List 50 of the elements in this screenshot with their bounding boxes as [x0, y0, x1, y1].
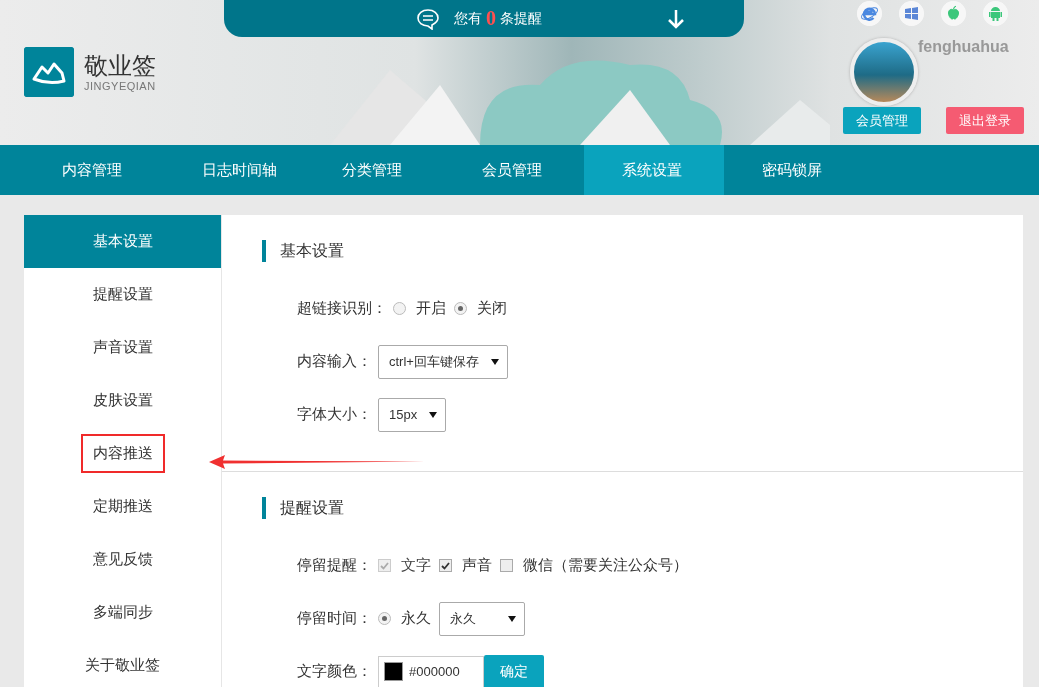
avatar-circle[interactable]	[850, 38, 918, 106]
notification-bar[interactable]: 您有 0 条提醒	[224, 0, 744, 37]
sidebar-item[interactable]: 关于敬业签	[75, 648, 170, 683]
sidebar-item[interactable]: 意见反馈	[82, 542, 163, 577]
setting-label: 停留提醒：	[297, 556, 372, 575]
logo-name: 敬业签	[84, 52, 156, 80]
dropdown-arrow-icon	[490, 358, 499, 365]
dropdown-arrow-icon	[508, 615, 516, 622]
setting-label: 字体大小：	[297, 405, 372, 424]
setting-label: 超链接识别：	[297, 299, 387, 318]
nav-tab[interactable]: 密码锁屏	[724, 145, 864, 195]
username: fenghuahua	[918, 38, 1009, 56]
notice-text: 条提醒	[500, 9, 542, 28]
radio-button[interactable]	[454, 302, 467, 315]
sidebar-item[interactable]: 定期推送	[82, 489, 163, 524]
notice-text: 您有	[454, 9, 482, 28]
radio-button[interactable]	[393, 302, 406, 315]
sidebar-item[interactable]: 声音设置	[82, 330, 163, 365]
radio-button[interactable]	[378, 612, 391, 625]
radio-label: 关闭	[477, 299, 507, 318]
nav-tab[interactable]: 日志时间轴	[164, 145, 304, 195]
radio-label: 开启	[416, 299, 446, 318]
nav-tab[interactable]: 分类管理	[304, 145, 444, 195]
dropdown-select[interactable]: 永久	[439, 601, 525, 636]
checkbox-label: 文字	[401, 556, 431, 575]
checkbox-label: 微信（需要关注公众号）	[523, 556, 688, 575]
logo-icon	[24, 47, 74, 97]
setting-label: 内容输入：	[297, 352, 372, 371]
checkbox[interactable]	[500, 559, 513, 572]
nav-tab[interactable]: 内容管理	[24, 145, 164, 195]
radio-label: 永久	[401, 609, 431, 628]
notice-count: 0	[486, 7, 496, 30]
sidebar-item[interactable]: 提醒设置	[82, 277, 163, 312]
dropdown-select[interactable]: ctrl+回车键保存	[378, 344, 508, 379]
down-arrow-icon	[666, 7, 686, 30]
dropdown-select[interactable]: 15px	[378, 397, 447, 432]
sidebar-item[interactable]: 多端同步	[82, 595, 163, 630]
checkbox-label: 声音	[462, 556, 492, 575]
section-title: 基本设置	[262, 240, 1023, 262]
color-input-field[interactable]: #000000	[378, 655, 484, 687]
nav-tab[interactable]: 会员管理	[444, 145, 584, 195]
checkbox[interactable]	[439, 559, 452, 572]
sidebar-item[interactable]: 皮肤设置	[82, 383, 163, 418]
logo-subtitle: JINGYEQIAN	[84, 80, 156, 92]
setting-label: 停留时间：	[297, 609, 372, 628]
dropdown-arrow-icon	[429, 411, 438, 418]
sidebar-item[interactable]: 内容推送	[80, 434, 165, 473]
setting-label: 文字颜色：	[297, 662, 372, 681]
chat-bubble-icon	[416, 7, 440, 30]
section-title: 提醒设置	[262, 497, 1023, 519]
